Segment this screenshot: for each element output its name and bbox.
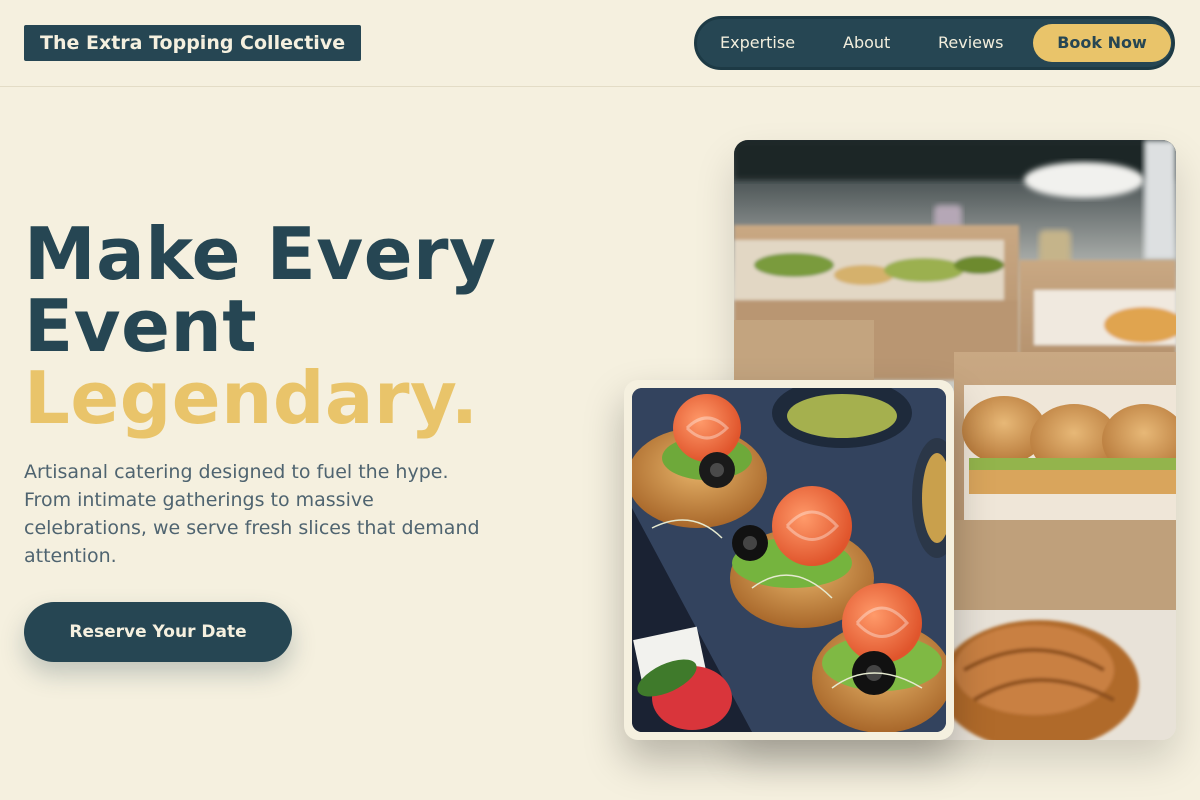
headline-line-1: Make Every xyxy=(24,212,497,296)
nav-link-reviews[interactable]: Reviews xyxy=(938,33,1003,53)
nav-link-about[interactable]: About xyxy=(843,33,890,53)
main-nav: Expertise About Reviews Book Now xyxy=(694,16,1175,70)
nav-link-expertise[interactable]: Expertise xyxy=(720,33,795,53)
hero-headline: Make Every Event Legendary. xyxy=(24,218,584,434)
hero-subtext: Artisanal catering designed to fuel the … xyxy=(24,461,480,567)
salmon-canapes-photo xyxy=(624,380,954,740)
headline-line-2: Event xyxy=(24,284,258,368)
brand-logo[interactable]: The Extra Topping Collective xyxy=(24,25,362,61)
site-header: The Extra Topping Collective Expertise A… xyxy=(0,0,1200,87)
book-now-button[interactable]: Book Now xyxy=(1033,24,1171,62)
reserve-date-button[interactable]: Reserve Your Date xyxy=(24,602,292,662)
headline-accent: Legendary. xyxy=(24,356,479,440)
